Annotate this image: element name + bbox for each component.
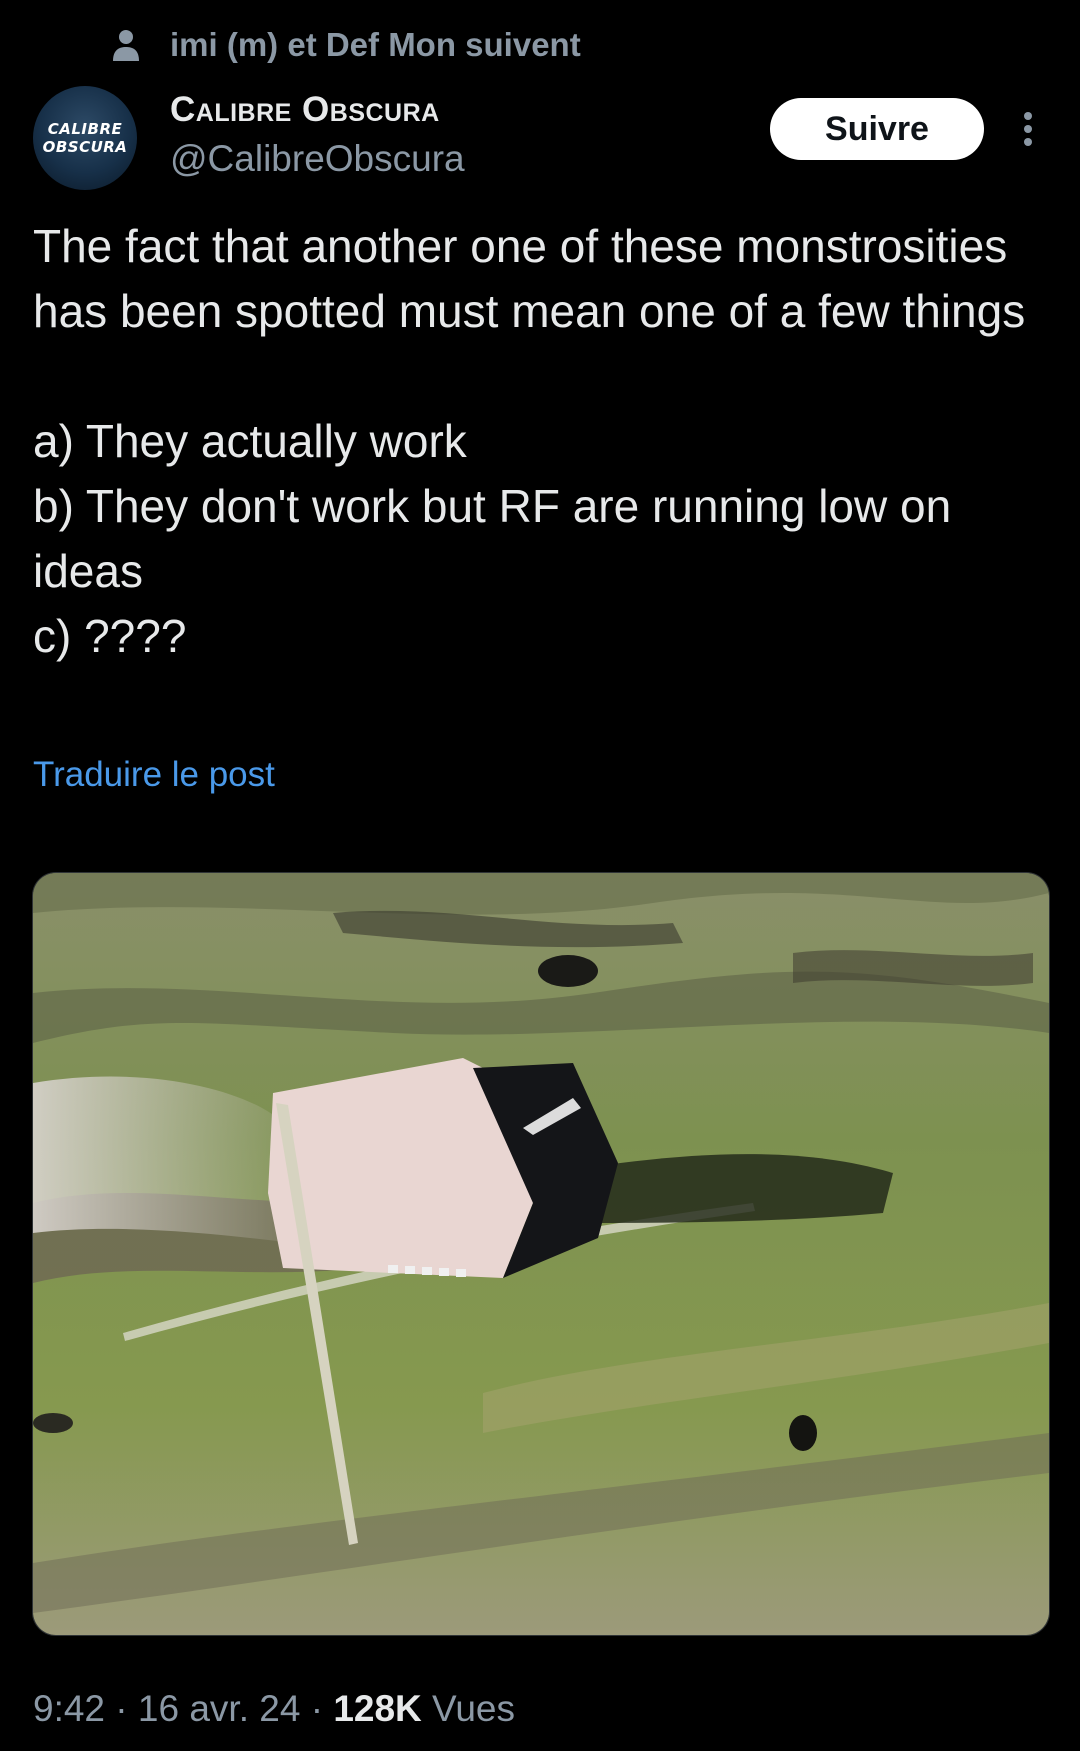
post-paragraph-1: The fact that another one of these monst…	[33, 220, 1026, 337]
meta-separator: ·	[310, 1688, 324, 1729]
meta-separator: ·	[115, 1688, 128, 1729]
post-meta: 9:42 · 16 avr. 24 · 128K Vues	[33, 1688, 515, 1730]
translate-post-link[interactable]: Traduire le post	[33, 755, 275, 795]
post-line-b: b) They don't work but RF are running lo…	[33, 480, 952, 597]
follow-button[interactable]: Suivre	[770, 98, 984, 160]
avatar[interactable]: CALIBRE OBSCURA	[33, 86, 137, 190]
post-time: 9:42	[33, 1688, 106, 1729]
social-context-text: imi (m) et Def Mon suivent	[170, 26, 581, 63]
social-context[interactable]: imi (m) et Def Mon suivent	[112, 22, 581, 68]
author-handle[interactable]: @CalibreObscura	[170, 138, 465, 180]
post-media-image[interactable]	[32, 872, 1050, 1636]
more-button[interactable]	[1010, 106, 1046, 152]
views-count[interactable]: 128K	[333, 1688, 421, 1729]
post-line-a: a) They actually work	[33, 415, 467, 467]
person-icon	[113, 30, 139, 61]
armored-vehicle-photo	[33, 873, 1049, 1635]
author-display-name[interactable]: Calibre Obscura	[170, 90, 440, 130]
post-line-c: c) ????	[33, 610, 187, 662]
more-vertical-icon	[1024, 112, 1032, 146]
views-label: Vues	[432, 1688, 516, 1729]
avatar-text-line1: CALIBRE	[47, 120, 123, 138]
post-date: 16 avr. 24	[137, 1688, 301, 1729]
post-text: The fact that another one of these monst…	[33, 214, 1053, 669]
avatar-text-line2: OBSCURA	[42, 138, 128, 156]
